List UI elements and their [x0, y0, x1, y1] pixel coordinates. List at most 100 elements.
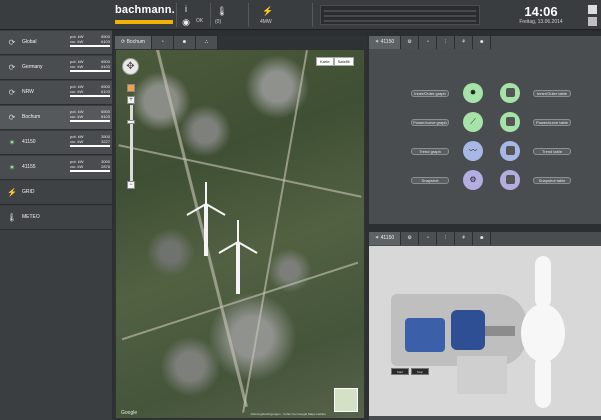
sidebar: ⟳ Global pot. kW 6500 cur. kW 6103 ⟳ Germa…: [0, 30, 112, 420]
gearbox[interactable]: [451, 310, 485, 350]
tab-users[interactable]: ☻: [473, 232, 492, 245]
map-overview-thumbnail[interactable]: [334, 388, 358, 412]
tower-top: [457, 356, 507, 394]
tab-turbine-view[interactable]: ⚘: [455, 232, 474, 245]
zoom-slider[interactable]: [130, 105, 133, 181]
turbine-icon: ⟳: [8, 113, 16, 122]
snapshot-table-button[interactable]: Snapshot table: [533, 177, 571, 184]
nav-item-grid[interactable]: ⚡ GRID: [0, 181, 112, 205]
window-button[interactable]: [588, 5, 597, 14]
tab-chart[interactable]: ◔: [419, 36, 438, 49]
power-value: 4MW: [260, 19, 272, 25]
star-icon[interactable]: ✸: [463, 83, 483, 103]
tab-turbine[interactable]: ✶ 41150: [369, 36, 402, 49]
zoom-handle[interactable]: [127, 120, 135, 124]
tab-turbine[interactable]: ✶ 41150: [369, 232, 402, 245]
inner-outer-graph-button[interactable]: Inner/Outer graph: [411, 90, 449, 97]
start-input[interactable]: Start: [391, 368, 409, 375]
thermometer-icon: 🌡: [6, 213, 18, 222]
nav-stats: pot. kW 6500 cur. kW 6103: [70, 59, 110, 72]
production-meter: [320, 5, 480, 25]
zoom-out-button[interactable]: −: [127, 181, 135, 189]
separator: [248, 3, 249, 27]
nav-item-bochum[interactable]: ⟳ Bochum pot. kW 6500 cur. kW 6103: [0, 106, 112, 130]
pan-control[interactable]: ✥: [122, 58, 139, 75]
turbine-icon: ⟳: [8, 38, 16, 47]
tab-controls[interactable]: ⫶: [437, 36, 456, 49]
grid-button[interactable]: [588, 17, 597, 26]
map-tabs: ⟳ Bochum ◔ ☻ ⛬: [115, 36, 218, 49]
tab-settings[interactable]: ⚙: [401, 36, 420, 49]
square-icon[interactable]: [500, 112, 520, 132]
clock-time: 14:06: [524, 4, 558, 19]
sliders-icon: ⫶: [445, 235, 447, 241]
status-tabs: ✶ 41150 ⚙ ◔ ⫶ ⚘ ☻: [369, 36, 492, 49]
inner-outer-table-button[interactable]: Inner/Outer table: [533, 90, 571, 97]
tab-network[interactable]: ⛬: [195, 36, 218, 49]
status-value: OK: [196, 18, 204, 24]
brand-accent-bar: [115, 20, 173, 24]
tab-location[interactable]: ⟳ Bochum: [115, 36, 152, 49]
thermometer-icon[interactable]: 🌡: [216, 5, 228, 17]
users-icon: ☻: [479, 39, 485, 45]
pie-chart-icon: ◔: [160, 39, 164, 45]
power-curve-graph-button[interactable]: Power/curve graph: [411, 119, 449, 126]
satellite-map[interactable]: ✥ + − Karte Satellit Google Nutzungsbedi…: [116, 50, 364, 418]
info-icon[interactable]: i: [180, 3, 192, 15]
map-type-map[interactable]: Karte: [316, 57, 334, 66]
tab-chart[interactable]: ◔: [151, 36, 174, 49]
nav-item-41150[interactable]: ✶ 41150 pot. kW 3500 cur. kW 3227: [0, 131, 112, 155]
separator: [312, 3, 313, 27]
gear-icon: ⚙: [407, 235, 412, 241]
tab-chart[interactable]: ◔: [419, 232, 438, 245]
view-icon[interactable]: ◉: [180, 16, 192, 28]
nav-stats: pot. kW 3500 cur. kW 3227: [70, 134, 110, 147]
square-icon[interactable]: [500, 141, 520, 161]
turbine-icon: ⚘: [461, 39, 466, 45]
trend-graph-button[interactable]: Trend graph: [411, 148, 449, 155]
scada-window: bachmann. i ◉ OK 🌡 (0) ⚡ 4MW 14:06 Freit…: [0, 0, 601, 420]
map-type-satellite[interactable]: Satellit: [333, 57, 354, 66]
map-terms[interactable]: Nutzungsbedingungen · Fehler bei Google …: [251, 412, 326, 416]
generator[interactable]: [405, 318, 445, 352]
nav-item-41155[interactable]: ✶ 41155 pot. kW 3000 cur. kW 2876: [0, 156, 112, 180]
nacelle-panel: ✶ 41150 ⚙ ◔ ⫶ ⚘ ☻ Start Stop: [369, 232, 601, 420]
square-icon[interactable]: [500, 83, 520, 103]
stop-input[interactable]: Stop: [411, 368, 429, 375]
square-icon[interactable]: [500, 170, 520, 190]
separator: [210, 3, 211, 27]
nav-item-nrw[interactable]: ⟳ NRW pot. kW 6500 cur. kW 6103: [0, 81, 112, 105]
tab-controls[interactable]: ⫶: [437, 232, 456, 245]
nav-stats: pot. kW 6500 cur. kW 6103: [70, 34, 110, 47]
clock-date: Freitag, 13.06.2014: [519, 19, 563, 25]
nav-item-germany[interactable]: ⟳ Germany pot. kW 6500 cur. kW 6103: [0, 56, 112, 80]
curve-chart-icon[interactable]: ⟋: [463, 112, 483, 132]
trend-table-button[interactable]: Trend table: [533, 148, 571, 155]
brand-logo: bachmann.: [115, 4, 175, 26]
pie-chart-icon: ◔: [426, 235, 430, 241]
snapshot-button[interactable]: Snapshot: [411, 177, 449, 184]
tab-settings[interactable]: ⚙: [401, 232, 420, 245]
road: [121, 261, 359, 341]
road: [156, 50, 248, 408]
lightning-icon[interactable]: ⚡: [262, 5, 274, 17]
zoom-in-button[interactable]: +: [127, 96, 135, 104]
turbine-icon: ⟳: [8, 63, 16, 72]
rotor-hub[interactable]: [521, 304, 565, 362]
power-curve-table-button[interactable]: Power/curve table: [533, 119, 571, 126]
rotor-blade: [535, 256, 551, 308]
nav-stats: pot. kW 6500 cur. kW 6103: [70, 84, 110, 97]
tab-users[interactable]: ☻: [173, 36, 196, 49]
nav-item-global[interactable]: ⟳ Global pot. kW 6500 cur. kW 6103: [0, 31, 112, 55]
sliders-icon: ⫶: [445, 39, 447, 45]
trend-chart-icon[interactable]: 〰: [463, 141, 483, 161]
road: [118, 144, 362, 198]
gears-icon[interactable]: ⚙: [463, 170, 483, 190]
street-view-icon[interactable]: [127, 84, 135, 92]
tab-users[interactable]: ☻: [473, 36, 492, 49]
tab-turbine-view[interactable]: ⚘: [455, 36, 474, 49]
nav-item-meteo[interactable]: 🌡 METEO: [0, 206, 112, 230]
top-bar: bachmann. i ◉ OK 🌡 (0) ⚡ 4MW 14:06 Freit…: [0, 0, 601, 30]
pie-chart-icon: ◔: [426, 39, 430, 45]
clock: 14:06 Freitag, 13.06.2014: [506, 4, 576, 25]
